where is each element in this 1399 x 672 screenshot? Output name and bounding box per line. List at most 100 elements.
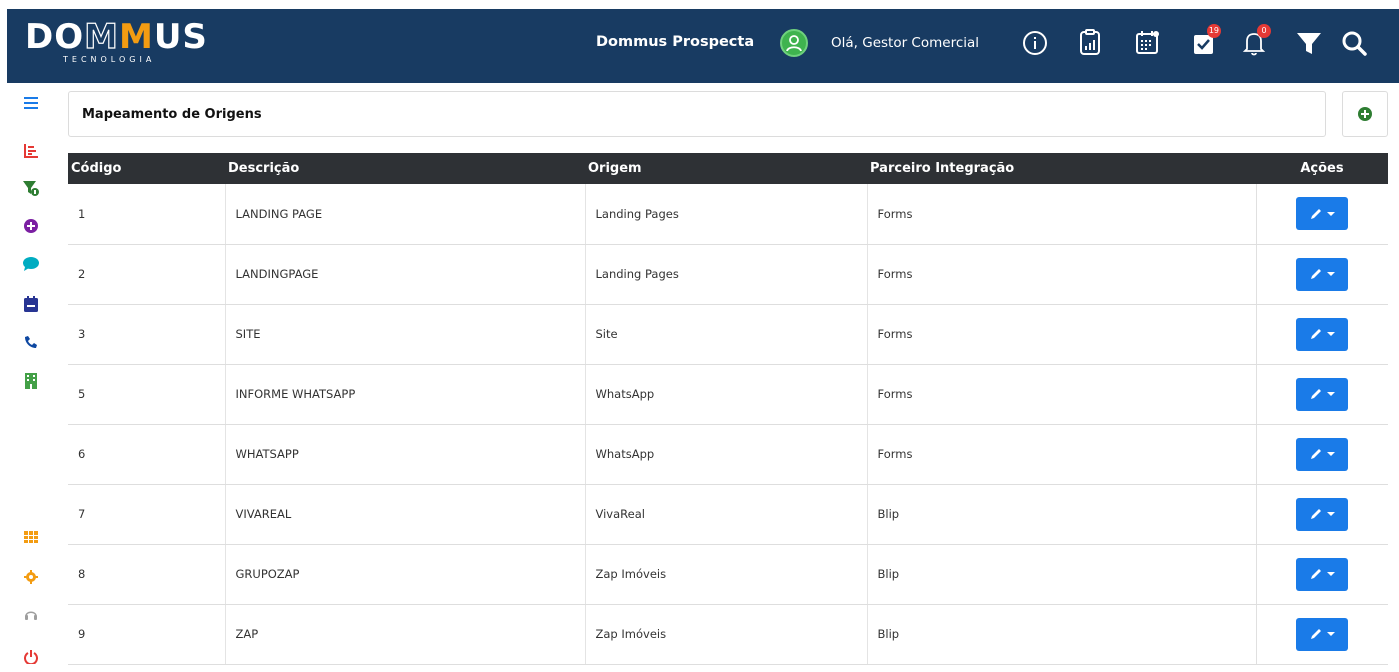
cell-acoes bbox=[1255, 304, 1388, 365]
building-icon[interactable] bbox=[21, 371, 41, 391]
table-row: 7 VIVAREAL VivaReal Blip bbox=[68, 484, 1388, 545]
cell-descricao: LANDING PAGE bbox=[224, 184, 585, 245]
gear-icon[interactable] bbox=[21, 567, 41, 587]
cell-parceiro: Forms bbox=[866, 184, 1256, 245]
edit-dropdown-button[interactable] bbox=[1296, 317, 1349, 351]
funnel-icon[interactable] bbox=[21, 178, 41, 198]
column-header-descricao[interactable]: Descrição bbox=[225, 153, 585, 184]
pencil-icon bbox=[1311, 208, 1322, 219]
cell-descricao: ZAP bbox=[224, 604, 585, 665]
origins-table: Código Descrição Origem Parceiro Integra… bbox=[68, 153, 1388, 665]
table-row: 8 GRUPOZAP Zap Imóveis Blip bbox=[68, 544, 1388, 605]
edit-dropdown-button[interactable] bbox=[1296, 197, 1349, 231]
cell-codigo: 5 bbox=[68, 364, 225, 425]
bell-icon[interactable]: 0 bbox=[1239, 24, 1271, 59]
cell-parceiro: Forms bbox=[866, 244, 1256, 305]
page-title: Mapeamento de Origens bbox=[82, 107, 262, 122]
cell-descricao: GRUPOZAP bbox=[224, 544, 585, 605]
cell-parceiro: Blip bbox=[866, 484, 1256, 545]
header: DOMMUS TECNOLOGIA Dommus Prospecta Olá, … bbox=[7, 9, 1399, 83]
cell-codigo: 8 bbox=[68, 544, 225, 605]
edit-dropdown-button[interactable] bbox=[1296, 557, 1349, 591]
column-header-codigo[interactable]: Código bbox=[68, 153, 225, 184]
cell-codigo: 6 bbox=[68, 424, 225, 485]
cell-descricao: LANDINGPAGE bbox=[224, 244, 585, 305]
pencil-icon bbox=[1311, 449, 1322, 459]
task-badge: 19 bbox=[1206, 24, 1221, 38]
chevron-down-icon bbox=[1327, 211, 1336, 216]
pencil-icon bbox=[1311, 389, 1322, 399]
chevron-down-icon bbox=[1327, 632, 1336, 636]
cell-origem: Landing Pages bbox=[584, 184, 867, 245]
search-icon[interactable] bbox=[1339, 27, 1369, 59]
pencil-icon bbox=[1311, 329, 1322, 339]
main-content: Mapeamento de Origens Código Descrição O… bbox=[68, 91, 1388, 672]
add-card bbox=[1342, 91, 1388, 137]
table-row: 6 WHATSAPP WhatsApp Forms bbox=[68, 424, 1388, 485]
edit-dropdown-button[interactable] bbox=[1296, 257, 1349, 291]
edit-dropdown-button[interactable] bbox=[1296, 617, 1349, 651]
cell-descricao: WHATSAPP bbox=[224, 424, 585, 485]
power-icon[interactable] bbox=[21, 647, 41, 667]
cell-codigo: 3 bbox=[68, 304, 225, 365]
top-bar: DOMMUS TECNOLOGIA Dommus Prospecta Olá, … bbox=[0, 0, 1399, 83]
cell-descricao: VIVAREAL bbox=[224, 484, 585, 545]
table-row: 2 LANDINGPAGE Landing Pages Forms bbox=[68, 244, 1388, 305]
cell-descricao: SITE bbox=[224, 304, 585, 365]
cell-descricao: INFORME WHATSAPP bbox=[224, 364, 585, 425]
app-name: Dommus Prospecta bbox=[596, 34, 755, 50]
column-header-origem[interactable]: Origem bbox=[585, 153, 867, 184]
column-header-acoes: Ações bbox=[1300, 161, 1344, 176]
report-icon[interactable] bbox=[1075, 27, 1105, 59]
cell-acoes bbox=[1255, 604, 1388, 665]
cell-origem: WhatsApp bbox=[584, 424, 867, 485]
cell-acoes bbox=[1255, 244, 1388, 305]
edit-dropdown-button[interactable] bbox=[1296, 497, 1349, 531]
cell-acoes bbox=[1255, 484, 1388, 545]
page-title-card: Mapeamento de Origens bbox=[68, 91, 1326, 137]
table-header-row: Código Descrição Origem Parceiro Integra… bbox=[68, 153, 1388, 184]
cell-origem: WhatsApp bbox=[584, 364, 867, 425]
cell-codigo: 7 bbox=[68, 484, 225, 545]
phone-icon[interactable] bbox=[21, 332, 41, 352]
cell-parceiro: Blip bbox=[866, 544, 1256, 605]
filter-icon[interactable] bbox=[1294, 27, 1324, 59]
edit-dropdown-button[interactable] bbox=[1296, 437, 1349, 471]
chart-icon[interactable] bbox=[21, 141, 41, 161]
user-greeting: Olá, Gestor Comercial bbox=[831, 35, 980, 51]
cell-codigo: 1 bbox=[68, 184, 225, 245]
notification-badge: 0 bbox=[1257, 24, 1271, 38]
pencil-icon bbox=[1311, 629, 1322, 639]
pencil-icon bbox=[1311, 269, 1322, 279]
pencil-icon bbox=[1311, 569, 1322, 579]
headset-icon[interactable] bbox=[21, 605, 41, 625]
calendar-icon[interactable] bbox=[21, 294, 41, 314]
task-check-icon[interactable]: 19 bbox=[1189, 24, 1221, 59]
sidebar bbox=[0, 83, 62, 672]
logo[interactable]: DOMMUS TECNOLOGIA bbox=[25, 16, 225, 73]
table-row: 3 SITE Site Forms bbox=[68, 304, 1388, 365]
pencil-icon bbox=[1311, 509, 1322, 519]
menu-icon[interactable] bbox=[21, 93, 41, 113]
calendar-icon[interactable] bbox=[1132, 27, 1162, 59]
plus-circle-icon[interactable] bbox=[21, 216, 41, 236]
add-origin-button[interactable] bbox=[1358, 107, 1372, 121]
cell-acoes bbox=[1255, 424, 1388, 485]
table-row: 1 LANDING PAGE Landing Pages Forms bbox=[68, 184, 1388, 245]
cell-acoes bbox=[1255, 364, 1388, 425]
chevron-down-icon bbox=[1327, 392, 1336, 396]
chevron-down-icon bbox=[1327, 572, 1336, 576]
cell-origem: Landing Pages bbox=[584, 244, 867, 305]
column-header-parceiro[interactable]: Parceiro Integração bbox=[867, 153, 1256, 184]
chevron-down-icon bbox=[1327, 332, 1336, 336]
cell-codigo: 9 bbox=[68, 604, 225, 665]
chat-icon[interactable] bbox=[21, 254, 41, 274]
cell-parceiro: Blip bbox=[866, 604, 1256, 665]
table-icon[interactable] bbox=[21, 527, 41, 547]
user-avatar-icon[interactable] bbox=[780, 29, 808, 57]
chevron-down-icon bbox=[1327, 512, 1336, 516]
info-icon[interactable] bbox=[1020, 27, 1050, 59]
edit-dropdown-button[interactable] bbox=[1296, 377, 1349, 411]
cell-codigo: 2 bbox=[68, 244, 225, 305]
cell-parceiro: Forms bbox=[866, 304, 1256, 365]
